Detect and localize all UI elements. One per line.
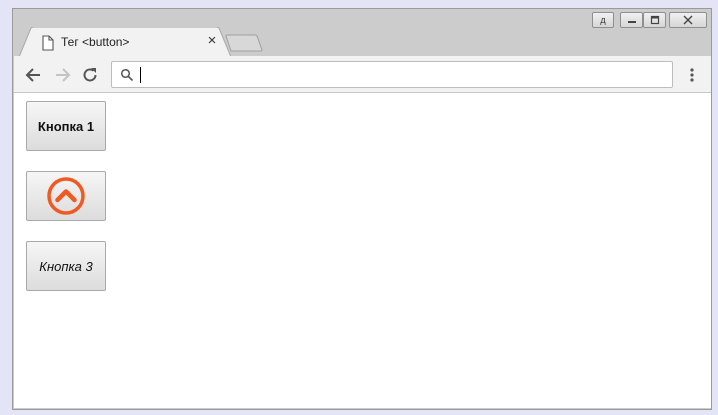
document-icon [41, 35, 55, 51]
image-button[interactable] [26, 171, 106, 221]
minimize-icon [627, 21, 636, 23]
user-profile-button[interactable]: д [592, 12, 614, 28]
address-bar[interactable] [111, 61, 673, 88]
reload-button[interactable] [80, 65, 100, 85]
page-content: Кнопка 1 Кнопка 3 [14, 93, 711, 408]
tab-title: Тег <button> [61, 35, 130, 49]
tab-close-icon[interactable]: × [205, 33, 219, 48]
new-tab-button[interactable] [225, 34, 263, 52]
more-vertical-icon [690, 68, 694, 82]
menu-button[interactable] [684, 66, 700, 84]
reload-icon [83, 68, 97, 82]
search-icon [120, 68, 134, 82]
browser-window: Тег <button> × д Кнопка 1 Кнопка 3 [12, 8, 712, 410]
text-caret [140, 67, 141, 83]
forward-button[interactable] [52, 65, 72, 85]
tab-active[interactable]: Тег <button> × [19, 27, 231, 57]
close-icon [683, 15, 693, 25]
arrow-right-icon [56, 68, 71, 82]
chevron-up-circle-icon [47, 177, 85, 215]
close-window-button[interactable] [669, 12, 707, 28]
browser-toolbar [14, 56, 711, 93]
minimize-button[interactable] [620, 12, 643, 28]
maximize-icon [650, 15, 659, 25]
back-button[interactable] [24, 65, 44, 85]
window-controls: д [589, 12, 707, 32]
arrow-left-icon [25, 68, 40, 82]
button-1[interactable]: Кнопка 1 [26, 101, 106, 151]
title-bar: Тег <button> × д [13, 9, 711, 57]
maximize-button[interactable] [643, 12, 666, 28]
button-3[interactable]: Кнопка 3 [26, 241, 106, 291]
